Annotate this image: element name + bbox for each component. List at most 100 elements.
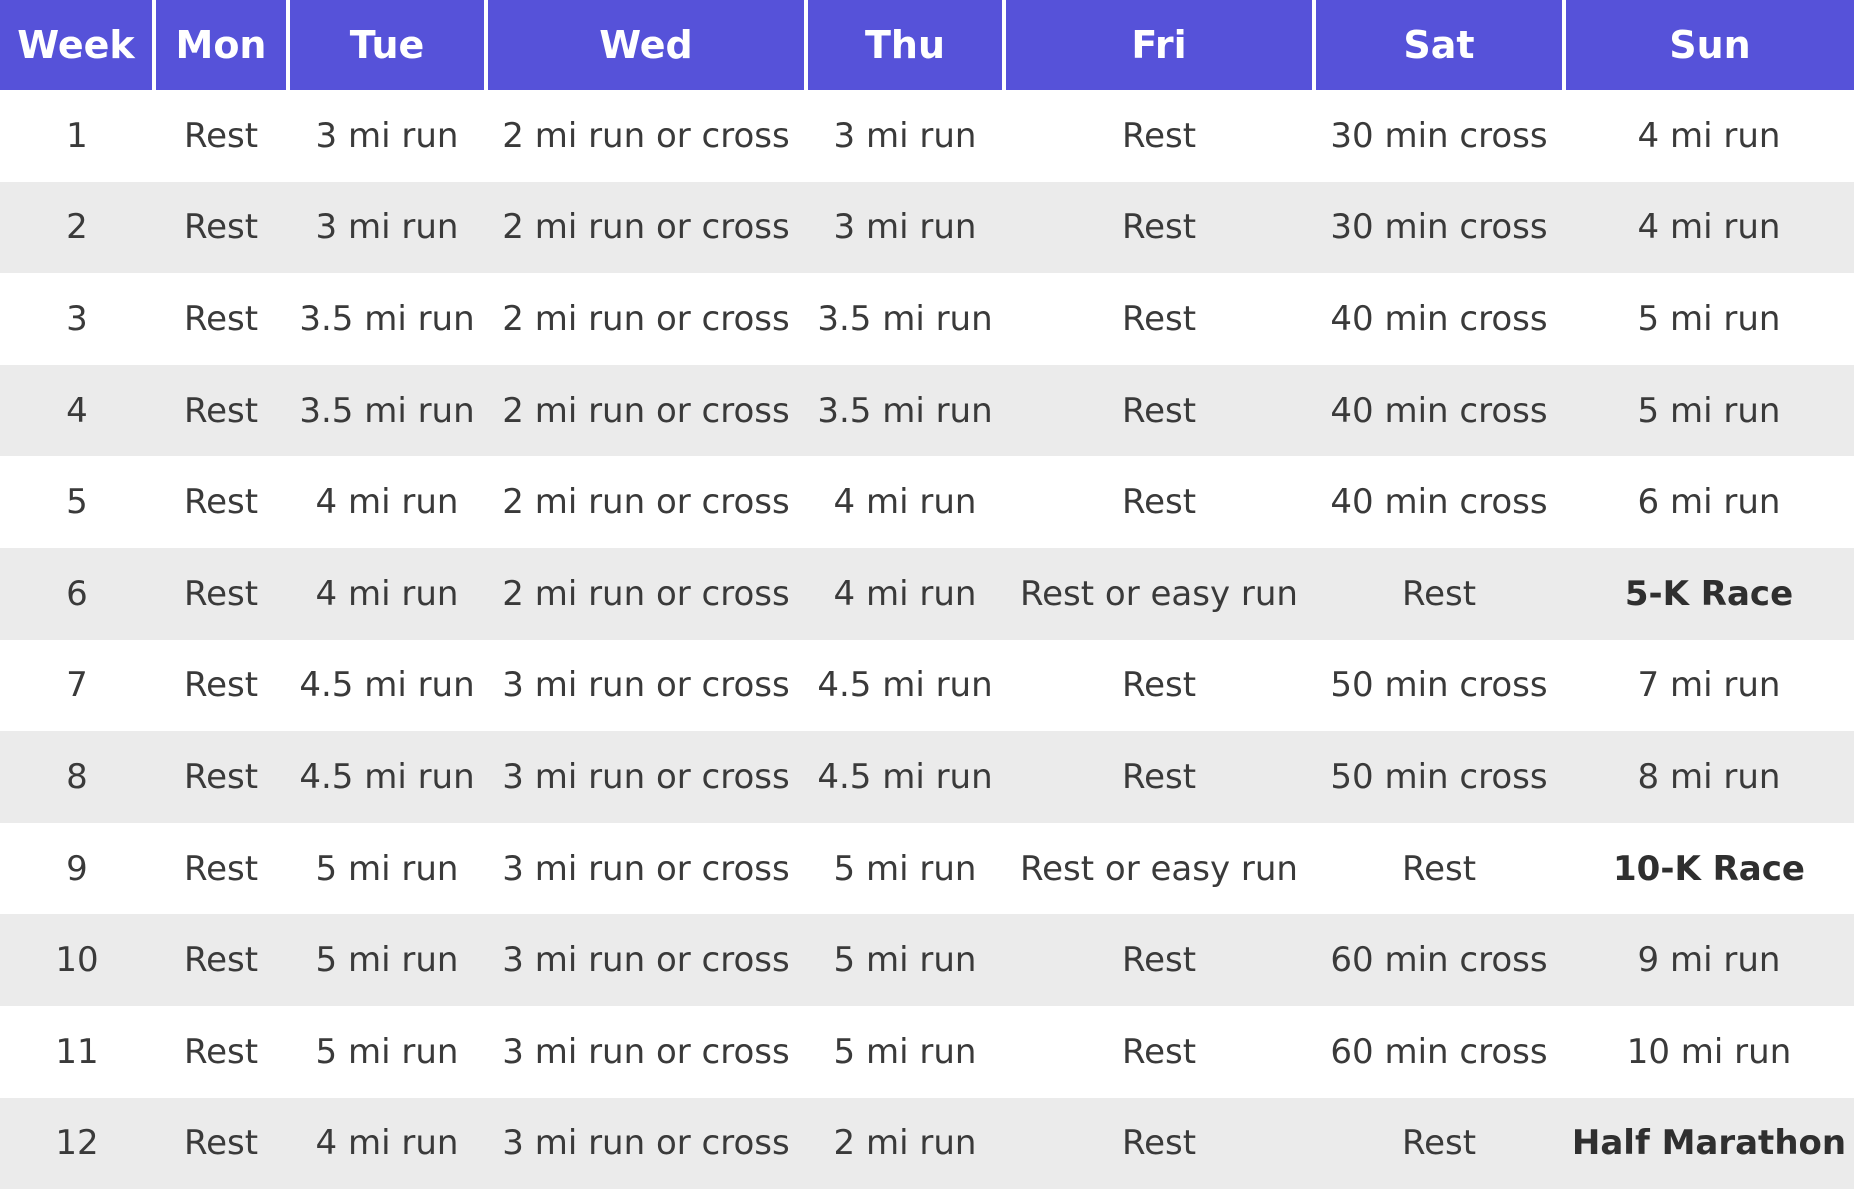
fri-cell: Rest	[1004, 914, 1314, 1006]
week-cell: 2	[0, 181, 154, 274]
table-row: 8 Rest 4.5 mi run 3 mi run or cross 4.5 …	[0, 731, 1854, 823]
sat-cell: 40 min cross	[1314, 364, 1564, 457]
sat-cell: 30 min cross	[1314, 181, 1564, 274]
sat-cell: 40 min cross	[1314, 456, 1564, 548]
training-schedule-table: Week Mon Tue Wed Thu Fri Sat Sun 1 Rest …	[0, 0, 1854, 1190]
sat-cell: 40 min cross	[1314, 273, 1564, 365]
tue-cell: 4 mi run	[288, 456, 486, 548]
tue-cell: 4.5 mi run	[288, 639, 486, 732]
header-sat: Sat	[1314, 0, 1566, 90]
tue-cell: 4 mi run	[288, 1097, 486, 1190]
table-row: 10 Rest 5 mi run 3 mi run or cross 5 mi …	[0, 914, 1854, 1006]
fri-cell: Rest	[1004, 364, 1314, 457]
wed-cell: 3 mi run or cross	[486, 1097, 806, 1190]
table-row: 7 Rest 4.5 mi run 3 mi run or cross 4.5 …	[0, 639, 1854, 732]
week-cell: 8	[0, 731, 154, 823]
fri-cell: Rest	[1004, 1005, 1314, 1098]
mon-cell: Rest	[154, 914, 288, 1006]
fri-cell: Rest	[1004, 181, 1314, 274]
wed-cell: 2 mi run or cross	[486, 181, 806, 274]
sat-cell: 50 min cross	[1314, 639, 1564, 732]
sun-cell: 7 mi run	[1564, 639, 1854, 732]
mon-cell: Rest	[154, 364, 288, 457]
wed-cell: 3 mi run or cross	[486, 914, 806, 1006]
table-body: 1 Rest 3 mi run 2 mi run or cross 3 mi r…	[0, 90, 1854, 1190]
thu-cell: 5 mi run	[806, 914, 1004, 1006]
mon-cell: Rest	[154, 456, 288, 548]
mon-cell: Rest	[154, 547, 288, 640]
week-cell: 4	[0, 364, 154, 457]
table-row: 12 Rest 4 mi run 3 mi run or cross 2 mi …	[0, 1097, 1854, 1190]
thu-cell: 2 mi run	[806, 1097, 1004, 1190]
week-cell: 10	[0, 914, 154, 1006]
tue-cell: 5 mi run	[288, 822, 486, 915]
sat-cell: 50 min cross	[1314, 731, 1564, 823]
header-fri: Fri	[1004, 0, 1316, 90]
tue-cell: 4 mi run	[288, 547, 486, 640]
week-cell: 6	[0, 547, 154, 640]
fri-cell: Rest or easy run	[1004, 822, 1314, 915]
tue-cell: 4.5 mi run	[288, 731, 486, 823]
table-row: 5 Rest 4 mi run 2 mi run or cross 4 mi r…	[0, 456, 1854, 548]
table-row: 1 Rest 3 mi run 2 mi run or cross 3 mi r…	[0, 90, 1854, 182]
table-row: 3 Rest 3.5 mi run 2 mi run or cross 3.5 …	[0, 273, 1854, 365]
thu-cell: 3.5 mi run	[806, 273, 1004, 365]
thu-cell: 4 mi run	[806, 456, 1004, 548]
sat-cell: Rest	[1314, 1097, 1564, 1190]
sun-cell: 4 mi run	[1564, 90, 1854, 182]
wed-cell: 3 mi run or cross	[486, 1005, 806, 1098]
sat-cell: 30 min cross	[1314, 90, 1564, 182]
tue-cell: 5 mi run	[288, 1005, 486, 1098]
mon-cell: Rest	[154, 90, 288, 182]
thu-cell: 5 mi run	[806, 1005, 1004, 1098]
wed-cell: 2 mi run or cross	[486, 456, 806, 548]
sun-cell: 9 mi run	[1564, 914, 1854, 1006]
thu-cell: 3 mi run	[806, 90, 1004, 182]
fri-cell: Rest	[1004, 731, 1314, 823]
sun-cell: Half Marathon	[1564, 1097, 1854, 1190]
thu-cell: 4.5 mi run	[806, 639, 1004, 732]
sat-cell: Rest	[1314, 547, 1564, 640]
sun-cell: 5 mi run	[1564, 273, 1854, 365]
sun-cell: 4 mi run	[1564, 181, 1854, 274]
sat-cell: 60 min cross	[1314, 1005, 1564, 1098]
sun-cell: 8 mi run	[1564, 731, 1854, 823]
wed-cell: 2 mi run or cross	[486, 273, 806, 365]
header-week: Week	[0, 0, 156, 90]
fri-cell: Rest	[1004, 90, 1314, 182]
sun-cell: 5-K Race	[1564, 547, 1854, 640]
wed-cell: 2 mi run or cross	[486, 364, 806, 457]
mon-cell: Rest	[154, 639, 288, 732]
table-row: 4 Rest 3.5 mi run 2 mi run or cross 3.5 …	[0, 364, 1854, 457]
sun-cell: 10-K Race	[1564, 822, 1854, 915]
mon-cell: Rest	[154, 273, 288, 365]
fri-cell: Rest or easy run	[1004, 547, 1314, 640]
week-cell: 3	[0, 273, 154, 365]
header-wed: Wed	[486, 0, 808, 90]
fri-cell: Rest	[1004, 1097, 1314, 1190]
tue-cell: 5 mi run	[288, 914, 486, 1006]
week-cell: 9	[0, 822, 154, 915]
table-row: 6 Rest 4 mi run 2 mi run or cross 4 mi r…	[0, 547, 1854, 640]
table-row: 2 Rest 3 mi run 2 mi run or cross 3 mi r…	[0, 181, 1854, 274]
tue-cell: 3.5 mi run	[288, 364, 486, 457]
header-thu: Thu	[806, 0, 1006, 90]
week-cell: 12	[0, 1097, 154, 1190]
fri-cell: Rest	[1004, 639, 1314, 732]
header-sun: Sun	[1564, 0, 1854, 90]
tue-cell: 3 mi run	[288, 90, 486, 182]
mon-cell: Rest	[154, 822, 288, 915]
header-row: Week Mon Tue Wed Thu Fri Sat Sun	[0, 0, 1854, 90]
week-cell: 11	[0, 1005, 154, 1098]
thu-cell: 4.5 mi run	[806, 731, 1004, 823]
wed-cell: 3 mi run or cross	[486, 639, 806, 732]
table-row: 11 Rest 5 mi run 3 mi run or cross 5 mi …	[0, 1005, 1854, 1098]
sun-cell: 10 mi run	[1564, 1005, 1854, 1098]
thu-cell: 5 mi run	[806, 822, 1004, 915]
sat-cell: 60 min cross	[1314, 914, 1564, 1006]
sat-cell: Rest	[1314, 822, 1564, 915]
tue-cell: 3.5 mi run	[288, 273, 486, 365]
wed-cell: 2 mi run or cross	[486, 90, 806, 182]
tue-cell: 3 mi run	[288, 181, 486, 274]
table-row: 9 Rest 5 mi run 3 mi run or cross 5 mi r…	[0, 822, 1854, 915]
